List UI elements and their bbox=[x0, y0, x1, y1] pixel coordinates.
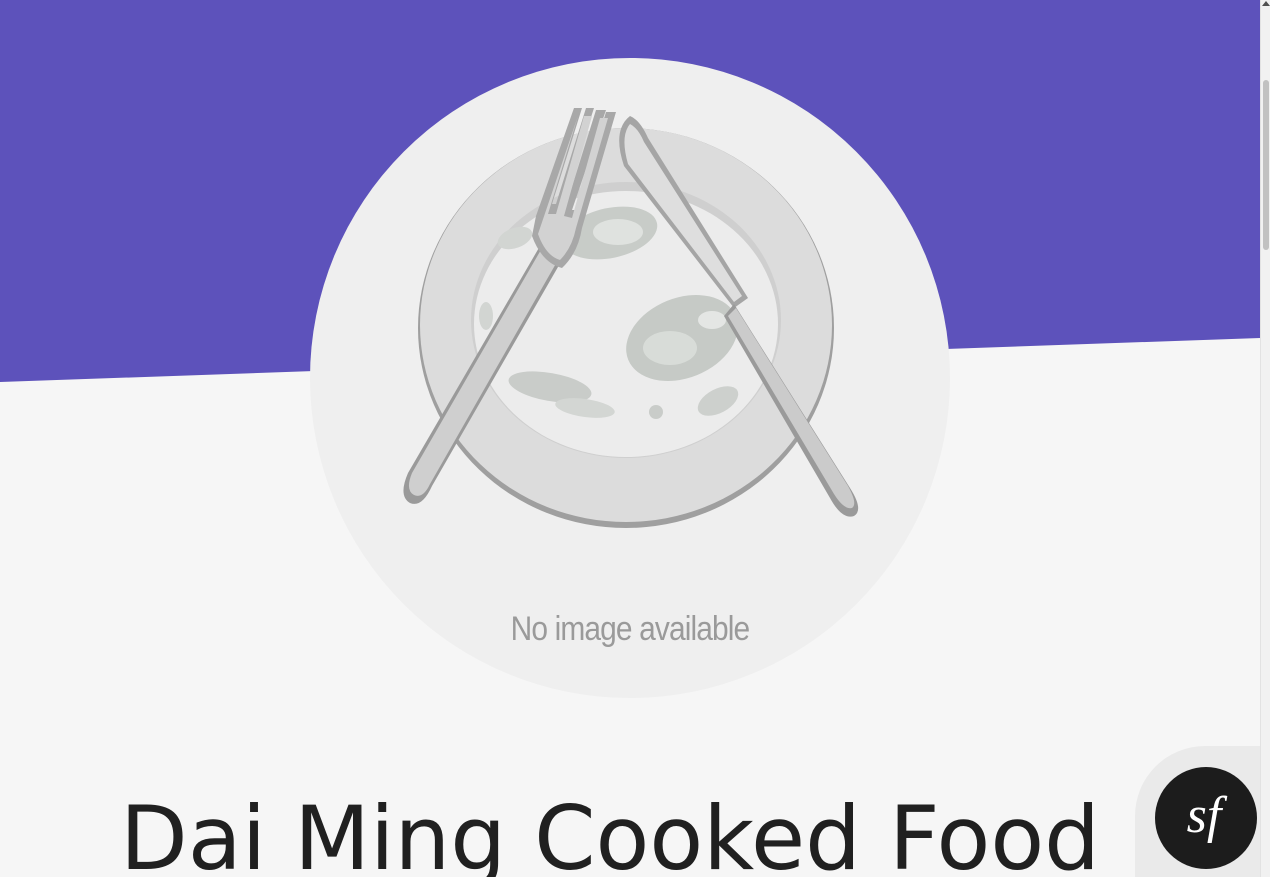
no-image-caption: No image available bbox=[510, 610, 751, 648]
plate-fork-knife-icon bbox=[403, 108, 859, 528]
scroll-up-arrow-icon[interactable] bbox=[1262, 1, 1270, 6]
scrollbar-thumb[interactable] bbox=[1263, 80, 1269, 250]
page-scrollbar[interactable] bbox=[1260, 0, 1270, 877]
symfony-icon[interactable]: sf bbox=[1154, 766, 1258, 870]
restaurant-image: No image available bbox=[310, 58, 950, 698]
restaurant-name: Dai Ming Cooked Food bbox=[120, 787, 1101, 877]
page: No image available Dai Ming Cooked Food … bbox=[0, 0, 1260, 877]
